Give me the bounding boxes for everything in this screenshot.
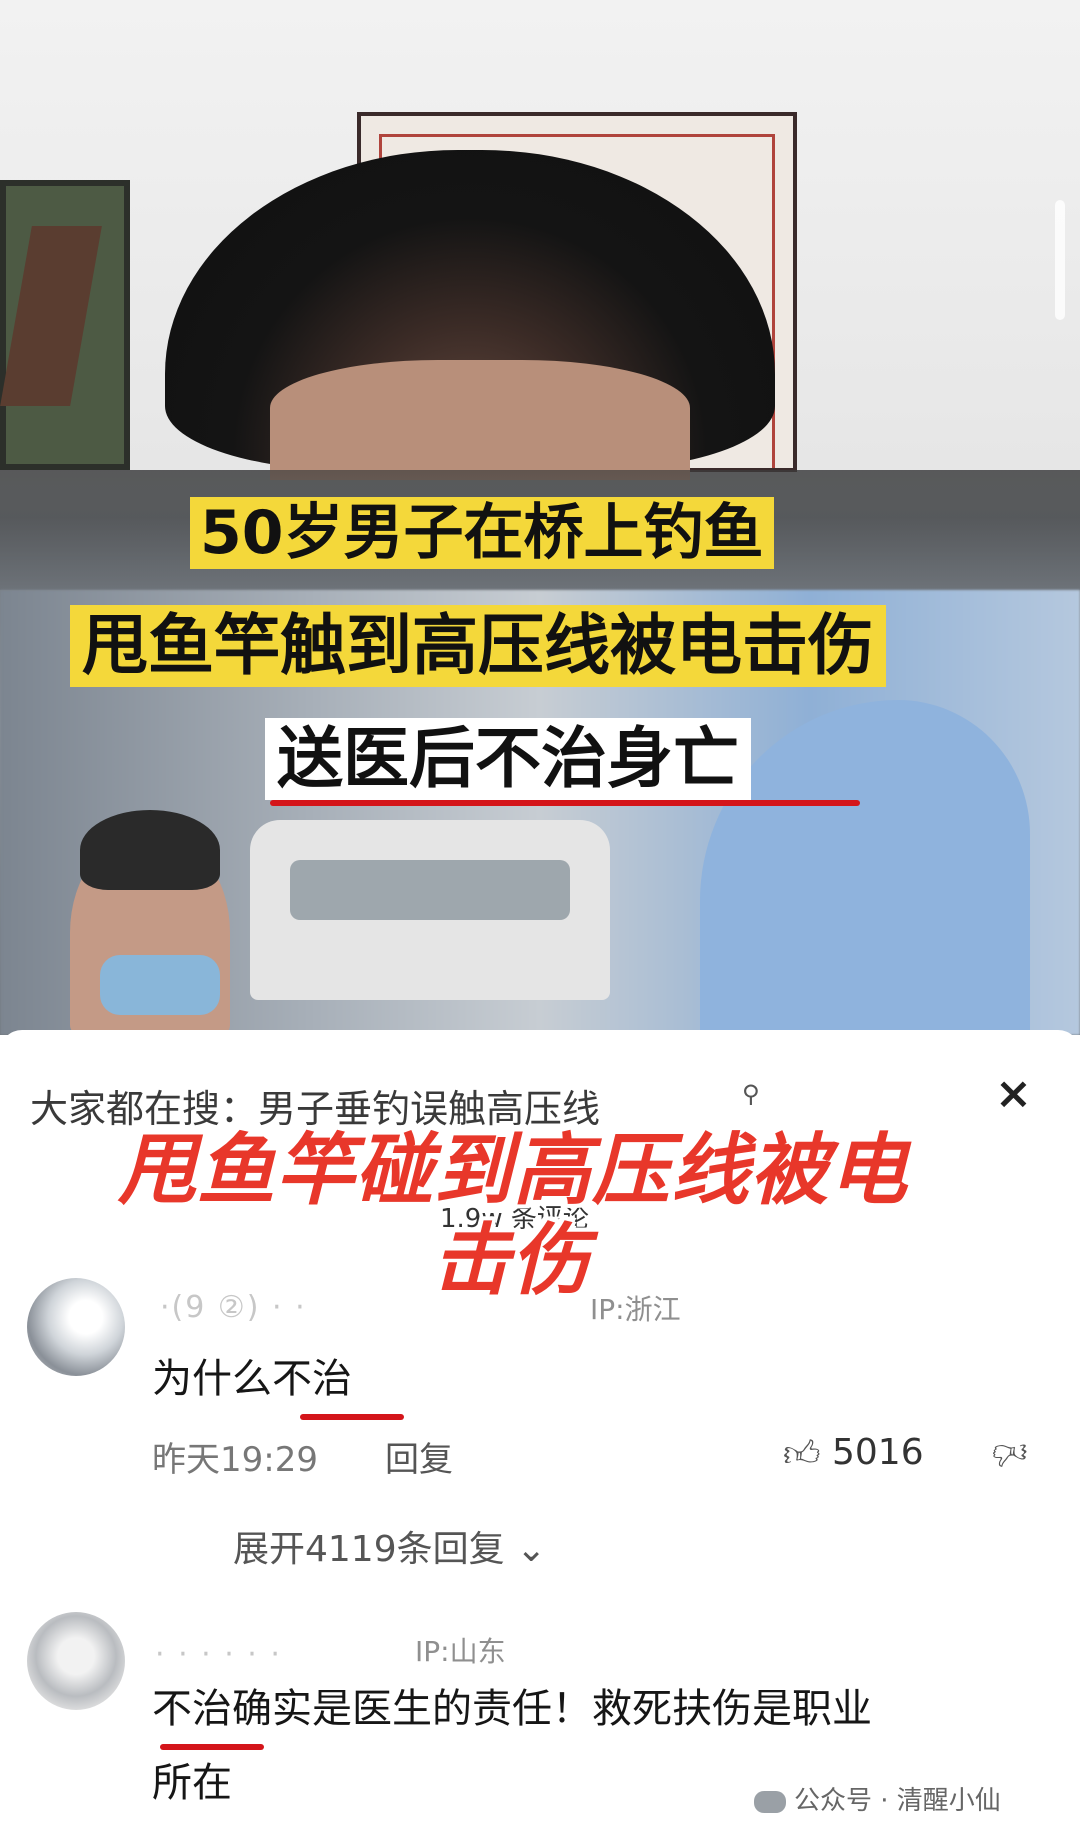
comment-ip: IP:浙江 xyxy=(590,1293,681,1326)
comment-text-cont: 所在 xyxy=(152,1760,232,1806)
watermark: 公众号 · 清醒小仙 xyxy=(748,1778,1007,1819)
reply-button[interactable]: 回复 xyxy=(385,1432,453,1481)
comment-time: 昨天19:29 xyxy=(152,1440,318,1480)
caption-line-3: 送医后不治身亡 xyxy=(265,718,751,800)
video-frame[interactable]: 50岁男子在桥上钓鱼 甩鱼竿触到高压线被电击伤 送医后不治身亡 xyxy=(0,0,1080,1035)
wall-painting-left xyxy=(0,180,130,470)
search-icon[interactable]: ⚲ xyxy=(742,1080,760,1108)
caption-line-1: 50岁男子在桥上钓鱼 xyxy=(190,497,774,569)
expand-replies-label: 展开4119条回复 xyxy=(233,1529,505,1570)
like-count: 5016 xyxy=(832,1432,924,1473)
comment-underline xyxy=(300,1414,404,1420)
close-icon[interactable]: × xyxy=(995,1068,1032,1119)
car-image xyxy=(250,820,610,1000)
comment-ip: IP:山东 xyxy=(415,1635,506,1668)
caption-underline xyxy=(270,800,860,806)
caption-line-2: 甩鱼竿触到高压线被电击伤 xyxy=(70,605,886,687)
overlay-headline-line-2: 击伤 xyxy=(432,1216,591,1306)
video-scrollbar[interactable] xyxy=(1055,200,1065,320)
comment-text: 不治确实是医生的责任！救死扶伤是职业 xyxy=(152,1686,872,1732)
avatar[interactable] xyxy=(27,1612,125,1710)
wechat-icon xyxy=(754,1790,786,1813)
thumbs-down-icon[interactable]: 👍︎ xyxy=(992,1432,1028,1473)
watermark-text: 公众号 · 清醒小仙 xyxy=(794,1786,1001,1816)
overlay-headline-line-1: 甩鱼竿碰到高压线被电 xyxy=(118,1126,909,1216)
comment-username[interactable]: · · · · · · xyxy=(155,1637,282,1672)
avatar[interactable] xyxy=(27,1278,125,1376)
comment-underline xyxy=(160,1744,264,1750)
expand-replies-button[interactable]: 展开4119条回复 ⌄ xyxy=(233,1520,546,1572)
thumbs-up-icon[interactable]: 👍︎ xyxy=(783,1432,821,1476)
face-mask-image xyxy=(100,955,220,1015)
chevron-down-icon: ⌄ xyxy=(516,1529,547,1570)
search-suggestion[interactable]: 大家都在搜：男子垂钓误触高压线 xyxy=(30,1078,600,1133)
presenter-face xyxy=(270,360,690,480)
comment-username[interactable]: ·(9 ②) · · xyxy=(160,1290,307,1325)
comment-text: 为什么不治 xyxy=(152,1356,352,1402)
